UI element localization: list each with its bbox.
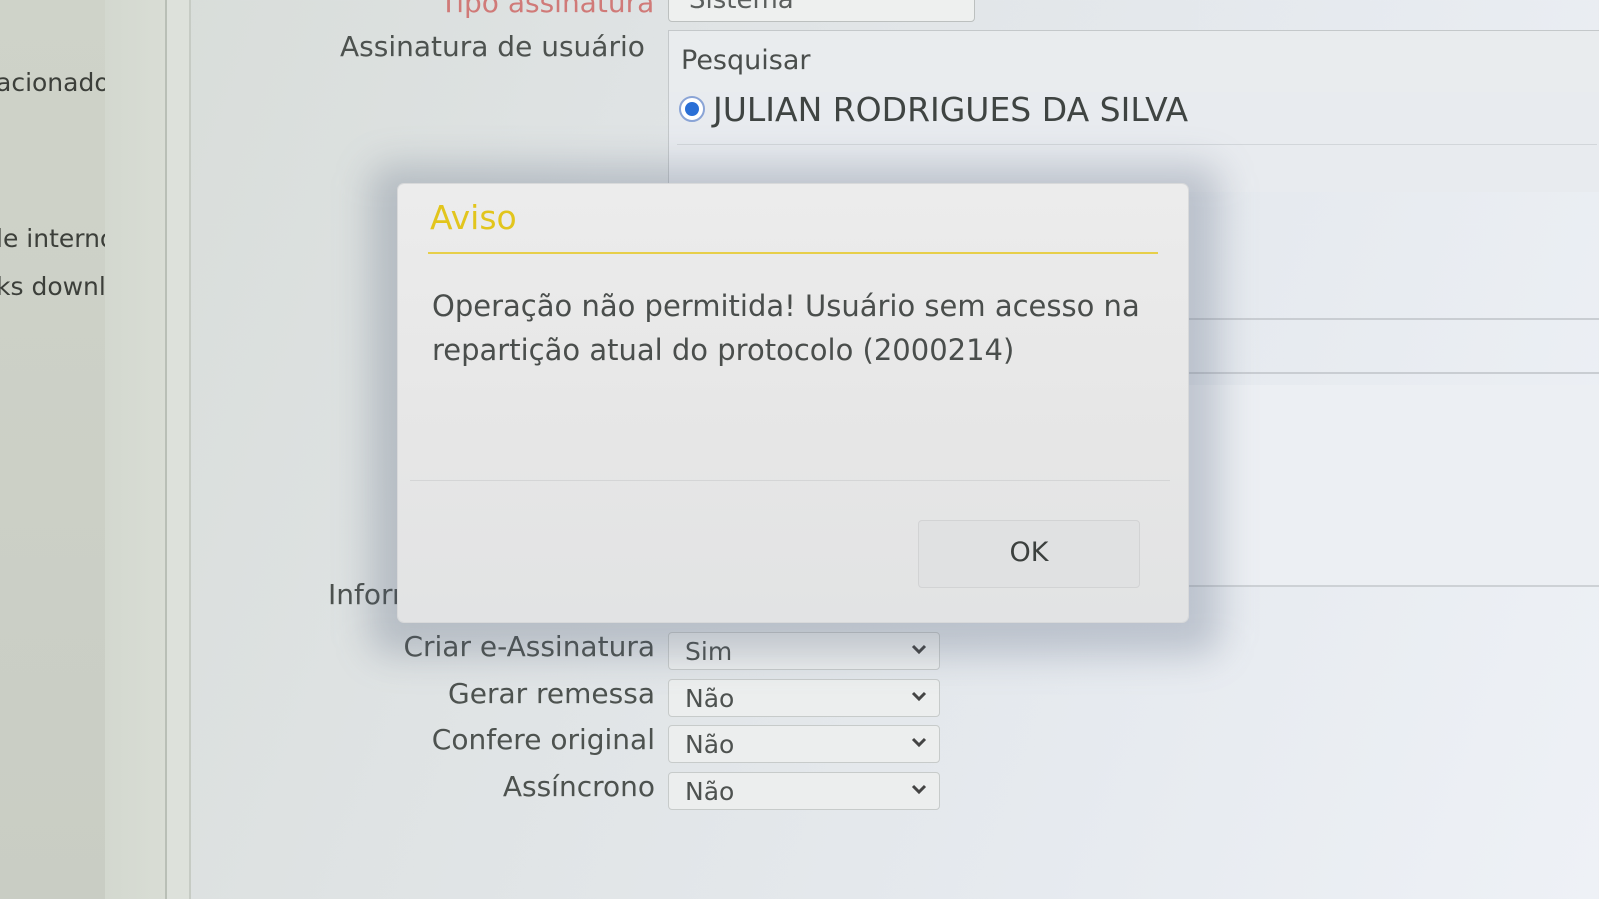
user-name: JULIAN RODRIGUES DA SILVA [713, 90, 1189, 129]
sidebar-item-acionado[interactable]: acionado [0, 68, 105, 97]
chevron-down-icon [911, 691, 927, 702]
ok-button[interactable]: OK [918, 520, 1140, 588]
dialog-message: Operação não permitida! Usuário sem aces… [432, 289, 1140, 367]
asynchronous-value: Não [685, 777, 735, 806]
signature-type-value: Sistema [689, 0, 794, 15]
dialog-footer-divider [410, 480, 1170, 481]
dialog-title-divider [428, 252, 1158, 254]
generate-remittance-value: Não [685, 684, 735, 713]
user-search-input[interactable] [679, 41, 1563, 79]
user-radio[interactable] [679, 96, 705, 122]
field-divider [1160, 318, 1599, 320]
generate-remittance-label: Gerar remessa [448, 677, 655, 710]
user-signature-label: Assinatura de usuário [340, 30, 645, 63]
content-border [167, 0, 191, 899]
warning-dialog: Aviso Operação não permitida! Usuário se… [398, 184, 1188, 622]
asynchronous-select[interactable]: Não [668, 772, 940, 810]
check-original-select[interactable]: Não [668, 725, 940, 763]
sidebar-border [105, 0, 167, 899]
user-search-box [668, 30, 1599, 94]
sidebar: acionado le interno ks downlo [0, 0, 105, 899]
signature-type-label: Tipo assinatura [440, 0, 655, 19]
list-item[interactable]: JULIAN RODRIGUES DA SILVA [677, 90, 1597, 145]
chevron-down-icon [911, 737, 927, 748]
sidebar-item-interno[interactable]: le interno [0, 224, 105, 253]
check-original-label: Confere original [431, 723, 655, 756]
asynchronous-label: Assíncrono [502, 770, 655, 803]
text-area-field[interactable] [1160, 385, 1599, 587]
chevron-down-icon [911, 784, 927, 795]
dialog-title: Aviso [430, 198, 517, 237]
signature-type-select[interactable]: Sistema [668, 0, 975, 22]
field-divider [1160, 372, 1599, 374]
generate-remittance-select[interactable]: Não [668, 679, 940, 717]
sidebar-item-downloads[interactable]: ks downlo [0, 272, 105, 301]
check-original-value: Não [685, 730, 735, 759]
